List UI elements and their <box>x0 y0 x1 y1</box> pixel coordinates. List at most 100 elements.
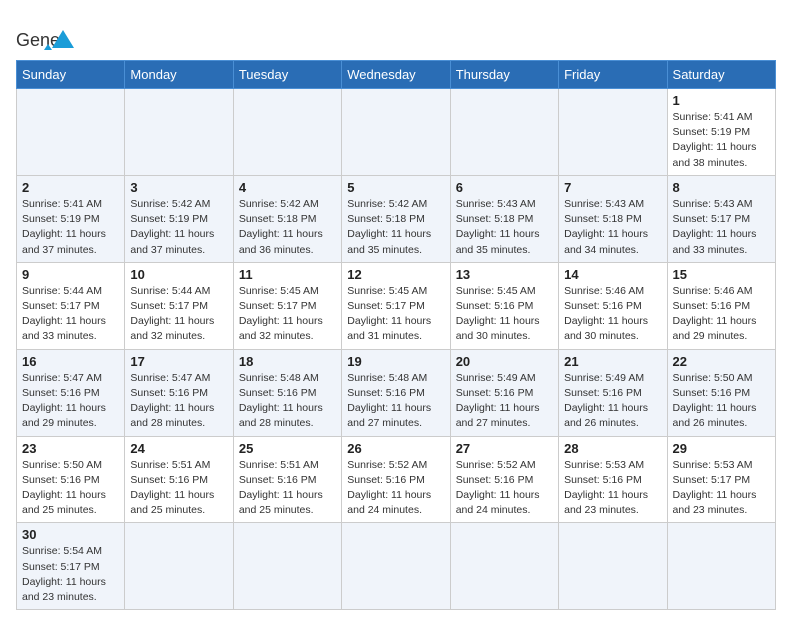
calendar-cell <box>233 89 341 176</box>
calendar-week-row: 2Sunrise: 5:41 AMSunset: 5:19 PMDaylight… <box>17 175 776 262</box>
calendar-cell: 12Sunrise: 5:45 AMSunset: 5:17 PMDayligh… <box>342 262 450 349</box>
day-info: Sunrise: 5:46 AMSunset: 5:16 PMDaylight:… <box>564 284 661 345</box>
day-info: Sunrise: 5:51 AMSunset: 5:16 PMDaylight:… <box>130 458 227 519</box>
calendar-cell: 26 Sunrise: 5:52 AMSunset: 5:16 PMDayligh… <box>342 436 450 523</box>
day-info: Sunrise: 5:43 AMSunset: 5:18 PMDaylight:… <box>564 197 661 258</box>
day-number: 15 <box>673 267 770 282</box>
calendar-cell: 9 Sunrise: 5:44 AMSunset: 5:17 PMDaylight… <box>17 262 125 349</box>
day-number: 13 <box>456 267 553 282</box>
day-number: 24 <box>130 441 227 456</box>
day-info: Sunrise: 5:44 AMSunset: 5:17 PMDaylight:… <box>22 284 119 345</box>
day-info: Sunrise: 5:47 AMSunset: 5:16 PMDaylight:… <box>22 371 119 432</box>
day-info: Sunrise: 5:53 AMSunset: 5:17 PMDaylight:… <box>673 458 770 519</box>
day-info: Sunrise: 5:42 AMSunset: 5:19 PMDaylight:… <box>130 197 227 258</box>
calendar-cell: 8 Sunrise: 5:43 AMSunset: 5:17 PMDaylight… <box>667 175 775 262</box>
calendar-week-row: 9 Sunrise: 5:44 AMSunset: 5:17 PMDaylight… <box>17 262 776 349</box>
calendar-cell: 1Sunrise: 5:41 AMSunset: 5:19 PMDaylight… <box>667 89 775 176</box>
calendar-cell: 11Sunrise: 5:45 AMSunset: 5:17 PMDayligh… <box>233 262 341 349</box>
day-info: Sunrise: 5:54 AMSunset: 5:17 PMDaylight:… <box>22 544 119 605</box>
calendar-cell: 6 Sunrise: 5:43 AMSunset: 5:18 PMDaylight… <box>450 175 558 262</box>
calendar-cell: 28Sunrise: 5:53 AMSunset: 5:16 PMDayligh… <box>559 436 667 523</box>
day-info: Sunrise: 5:52 AMSunset: 5:16 PMDaylight:… <box>347 458 444 519</box>
day-number: 17 <box>130 354 227 369</box>
calendar-cell: 23Sunrise: 5:50 AMSunset: 5:16 PMDayligh… <box>17 436 125 523</box>
calendar-cell: 13 Sunrise: 5:45 AMSunset: 5:16 PMDayligh… <box>450 262 558 349</box>
calendar-cell: 25 Sunrise: 5:51 AMSunset: 5:16 PMDayligh… <box>233 436 341 523</box>
calendar-header-row: SundayMondayTuesdayWednesdayThursdayFrid… <box>17 61 776 89</box>
calendar-cell: 27 Sunrise: 5:52 AMSunset: 5:16 PMDayligh… <box>450 436 558 523</box>
day-header-tuesday: Tuesday <box>233 61 341 89</box>
day-info: Sunrise: 5:47 AMSunset: 5:16 PMDaylight:… <box>130 371 227 432</box>
day-number: 20 <box>456 354 553 369</box>
day-number: 4 <box>239 180 336 195</box>
calendar-cell: 30 Sunrise: 5:54 AMSunset: 5:17 PMDayligh… <box>17 523 125 610</box>
calendar-cell: 4 Sunrise: 5:42 AMSunset: 5:18 PMDaylight… <box>233 175 341 262</box>
calendar-cell <box>125 523 233 610</box>
day-info: Sunrise: 5:49 AMSunset: 5:16 PMDaylight:… <box>456 371 553 432</box>
day-header-wednesday: Wednesday <box>342 61 450 89</box>
day-number: 8 <box>673 180 770 195</box>
calendar-week-row: 30 Sunrise: 5:54 AMSunset: 5:17 PMDayligh… <box>17 523 776 610</box>
day-number: 6 <box>456 180 553 195</box>
calendar-cell <box>233 523 341 610</box>
day-info: Sunrise: 5:46 AMSunset: 5:16 PMDaylight:… <box>673 284 770 345</box>
day-number: 16 <box>22 354 119 369</box>
day-info: Sunrise: 5:43 AMSunset: 5:17 PMDaylight:… <box>673 197 770 258</box>
day-info: Sunrise: 5:49 AMSunset: 5:16 PMDaylight:… <box>564 371 661 432</box>
calendar-cell <box>342 89 450 176</box>
calendar-cell <box>17 89 125 176</box>
calendar-cell: 14 Sunrise: 5:46 AMSunset: 5:16 PMDayligh… <box>559 262 667 349</box>
day-number: 27 <box>456 441 553 456</box>
calendar-week-row: 1Sunrise: 5:41 AMSunset: 5:19 PMDaylight… <box>17 89 776 176</box>
calendar-cell: 15 Sunrise: 5:46 AMSunset: 5:16 PMDayligh… <box>667 262 775 349</box>
day-info: Sunrise: 5:51 AMSunset: 5:16 PMDaylight:… <box>239 458 336 519</box>
day-info: Sunrise: 5:41 AMSunset: 5:19 PMDaylight:… <box>22 197 119 258</box>
day-info: Sunrise: 5:42 AMSunset: 5:18 PMDaylight:… <box>239 197 336 258</box>
day-number: 21 <box>564 354 661 369</box>
day-info: Sunrise: 5:48 AMSunset: 5:16 PMDaylight:… <box>239 371 336 432</box>
calendar-cell <box>125 89 233 176</box>
calendar-table: SundayMondayTuesdayWednesdayThursdayFrid… <box>16 60 776 610</box>
day-number: 25 <box>239 441 336 456</box>
calendar-cell <box>667 523 775 610</box>
calendar-week-row: 16 Sunrise: 5:47 AMSunset: 5:16 PMDayligh… <box>17 349 776 436</box>
logo-triangle-icon <box>52 28 112 50</box>
day-info: Sunrise: 5:45 AMSunset: 5:16 PMDaylight:… <box>456 284 553 345</box>
calendar-cell: 20 Sunrise: 5:49 AMSunset: 5:16 PMDayligh… <box>450 349 558 436</box>
day-number: 22 <box>673 354 770 369</box>
day-info: Sunrise: 5:44 AMSunset: 5:17 PMDaylight:… <box>130 284 227 345</box>
calendar-cell <box>559 89 667 176</box>
day-header-sunday: Sunday <box>17 61 125 89</box>
day-number: 11 <box>239 267 336 282</box>
day-number: 26 <box>347 441 444 456</box>
calendar-cell <box>342 523 450 610</box>
day-number: 29 <box>673 441 770 456</box>
day-number: 30 <box>22 527 119 542</box>
day-info: Sunrise: 5:50 AMSunset: 5:16 PMDaylight:… <box>22 458 119 519</box>
page-header: General <box>16 16 776 50</box>
day-info: Sunrise: 5:42 AMSunset: 5:18 PMDaylight:… <box>347 197 444 258</box>
day-number: 19 <box>347 354 444 369</box>
day-header-saturday: Saturday <box>667 61 775 89</box>
calendar-cell <box>559 523 667 610</box>
calendar-cell: 10 Sunrise: 5:44 AMSunset: 5:17 PMDayligh… <box>125 262 233 349</box>
calendar-cell: 17 Sunrise: 5:47 AMSunset: 5:16 PMDayligh… <box>125 349 233 436</box>
calendar-cell: 5Sunrise: 5:42 AMSunset: 5:18 PMDaylight… <box>342 175 450 262</box>
day-number: 9 <box>22 267 119 282</box>
calendar-cell <box>450 89 558 176</box>
calendar-cell: 3Sunrise: 5:42 AMSunset: 5:19 PMDaylight… <box>125 175 233 262</box>
calendar-cell: 24 Sunrise: 5:51 AMSunset: 5:16 PMDayligh… <box>125 436 233 523</box>
calendar-cell: 29 Sunrise: 5:53 AMSunset: 5:17 PMDayligh… <box>667 436 775 523</box>
day-number: 10 <box>130 267 227 282</box>
day-info: Sunrise: 5:43 AMSunset: 5:18 PMDaylight:… <box>456 197 553 258</box>
day-number: 12 <box>347 267 444 282</box>
day-number: 14 <box>564 267 661 282</box>
calendar-cell: 16 Sunrise: 5:47 AMSunset: 5:16 PMDayligh… <box>17 349 125 436</box>
calendar-cell: 2Sunrise: 5:41 AMSunset: 5:19 PMDaylight… <box>17 175 125 262</box>
day-info: Sunrise: 5:52 AMSunset: 5:16 PMDaylight:… <box>456 458 553 519</box>
calendar-week-row: 23Sunrise: 5:50 AMSunset: 5:16 PMDayligh… <box>17 436 776 523</box>
calendar-cell: 19Sunrise: 5:48 AMSunset: 5:16 PMDayligh… <box>342 349 450 436</box>
day-info: Sunrise: 5:53 AMSunset: 5:16 PMDaylight:… <box>564 458 661 519</box>
day-number: 1 <box>673 93 770 108</box>
day-header-friday: Friday <box>559 61 667 89</box>
